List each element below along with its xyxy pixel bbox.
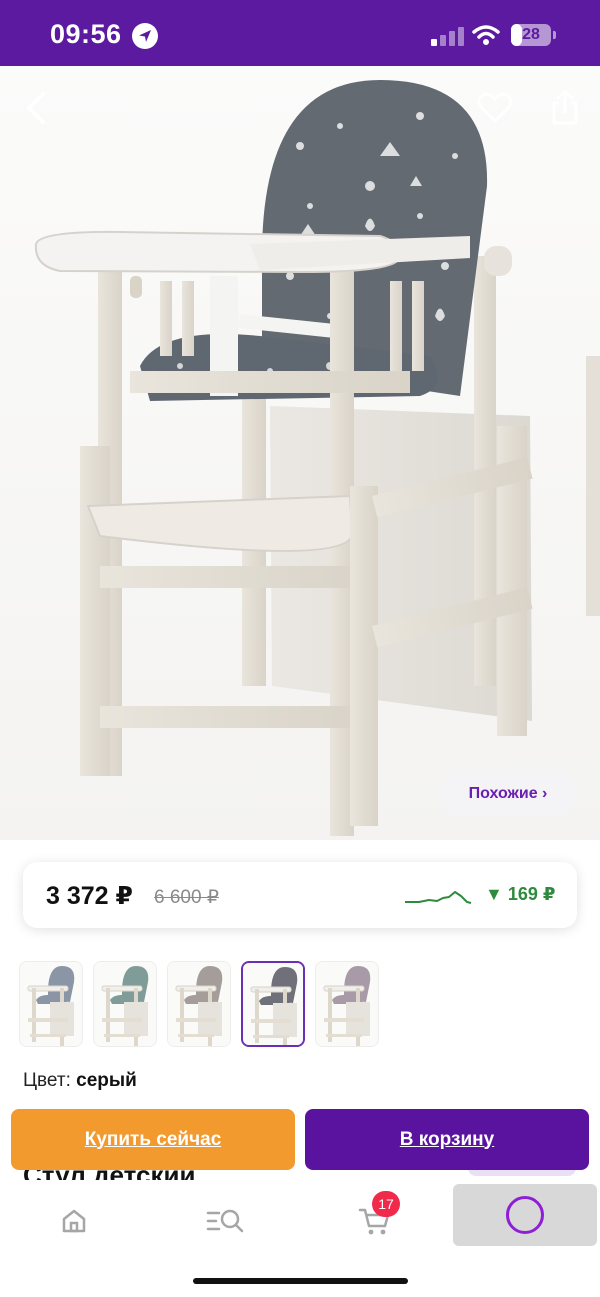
variant-photo bbox=[94, 962, 156, 1046]
color-variant-thumb[interactable] bbox=[167, 961, 231, 1047]
heart-icon bbox=[477, 92, 513, 123]
similar-products-button[interactable]: Похожие › bbox=[439, 771, 577, 817]
price-card[interactable]: 3 372 ₽ 6 600 ₽ ▼ 169 ₽ bbox=[23, 862, 577, 928]
variant-photo bbox=[20, 962, 82, 1046]
variant-photo bbox=[168, 962, 230, 1046]
similar-products-label: Похожие › bbox=[468, 785, 548, 802]
old-price: 6 600 ₽ bbox=[154, 887, 219, 908]
wifi-icon bbox=[472, 25, 500, 45]
status-bar: 09:56 28 bbox=[0, 0, 600, 66]
cart-count-badge: 17 bbox=[372, 1191, 400, 1217]
color-variant-thumb[interactable] bbox=[19, 961, 83, 1047]
color-caption: Цвет: bbox=[23, 1070, 71, 1091]
variant-photo bbox=[316, 962, 378, 1046]
favorite-button[interactable] bbox=[474, 88, 516, 128]
share-icon bbox=[552, 89, 578, 125]
color-variant-thumb[interactable] bbox=[93, 961, 157, 1047]
back-button[interactable] bbox=[18, 88, 54, 128]
price-drop-badge: ▼ 169 ₽ bbox=[485, 884, 556, 904]
buy-now-label: Купить сейчас bbox=[84, 1128, 222, 1150]
add-to-cart-label: В корзину bbox=[399, 1128, 495, 1150]
share-button[interactable] bbox=[545, 86, 585, 128]
home-indicator bbox=[193, 1278, 408, 1284]
color-variant-list bbox=[19, 961, 579, 1047]
profile-icon bbox=[506, 1196, 544, 1234]
add-to-cart-button[interactable]: В корзину bbox=[305, 1109, 589, 1170]
price-trend-sparkline bbox=[405, 891, 472, 904]
color-value: серый bbox=[76, 1070, 137, 1091]
chevron-left-icon bbox=[27, 92, 45, 124]
buy-now-button[interactable]: Купить сейчас bbox=[11, 1109, 295, 1170]
battery-level: 28 bbox=[522, 26, 540, 43]
status-time: 09:56 bbox=[50, 19, 122, 49]
catalog-search-icon bbox=[206, 1209, 244, 1233]
color-variant-thumb[interactable] bbox=[241, 961, 305, 1047]
tab-home[interactable] bbox=[52, 1194, 96, 1248]
product-photo bbox=[34, 80, 600, 836]
variant-photo bbox=[243, 963, 303, 1045]
tab-catalog[interactable] bbox=[200, 1194, 250, 1248]
home-icon bbox=[62, 1209, 86, 1233]
color-variant-thumb[interactable] bbox=[315, 961, 379, 1047]
product-image-gallery[interactable]: Похожие › bbox=[0, 66, 600, 840]
battery-tip bbox=[553, 31, 556, 39]
battery-icon: 28 bbox=[511, 24, 551, 46]
tab-profile[interactable] bbox=[453, 1184, 597, 1246]
cellular-signal-icon bbox=[431, 26, 465, 46]
color-label: Цвет: серый bbox=[23, 1070, 137, 1092]
location-arrow-icon bbox=[132, 23, 158, 49]
current-price: 3 372 ₽ bbox=[46, 882, 133, 910]
